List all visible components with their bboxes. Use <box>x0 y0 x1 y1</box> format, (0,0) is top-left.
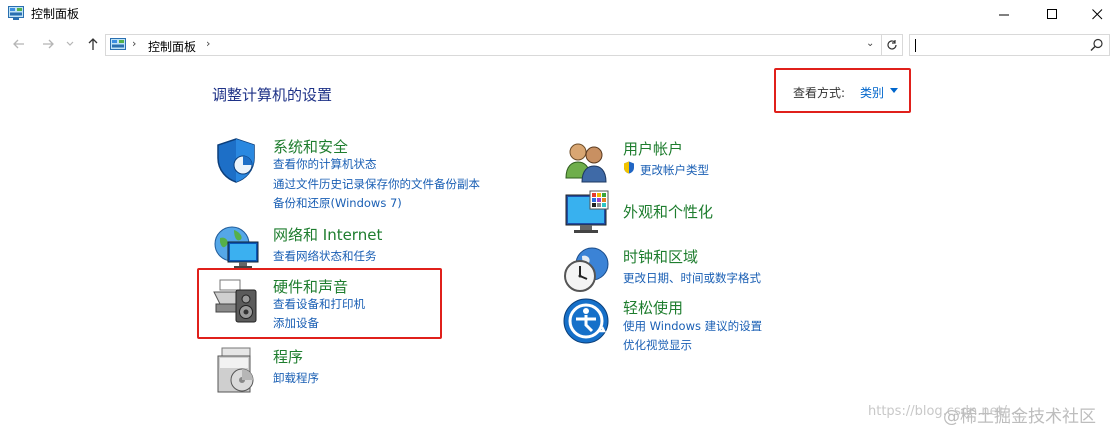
category-link[interactable]: 查看设备和打印机 <box>273 296 365 312</box>
close-icon <box>1091 8 1102 19</box>
clock-globe-icon[interactable] <box>562 246 610 294</box>
category-title[interactable]: 网络和 Internet <box>273 224 382 245</box>
category-title[interactable]: 轻松使用 <box>623 297 683 318</box>
close-button[interactable] <box>1074 0 1120 28</box>
refresh-button[interactable] <box>881 35 902 55</box>
uac-shield-icon <box>624 161 634 174</box>
category-hardware-sound: 硬件和声音 查看设备和打印机 添加设备 <box>212 276 532 332</box>
page-title: 调整计算机的设置 <box>212 86 333 104</box>
category-link[interactable]: 使用 Windows 建议的设置 <box>623 318 762 334</box>
address-bar[interactable]: › 控制面板 › ⌄ <box>105 34 903 56</box>
category-link[interactable]: 备份和还原(Windows 7) <box>273 195 402 211</box>
control-panel-icon <box>8 6 24 20</box>
category-appearance-personalization: 外观和个性化 <box>562 189 882 237</box>
forward-arrow-icon[interactable] <box>41 37 55 51</box>
category-link[interactable]: 通过文件历史记录保存你的文件备份副本 <box>273 176 480 192</box>
up-arrow-icon[interactable] <box>86 37 100 51</box>
category-link[interactable]: 更改帐户类型 <box>640 162 709 178</box>
category-link[interactable]: 查看网络状态和任务 <box>273 248 377 264</box>
maximize-button[interactable] <box>1029 0 1075 28</box>
category-link[interactable]: 添加设备 <box>273 315 319 331</box>
minimize-button[interactable] <box>981 0 1027 28</box>
view-by-dropdown[interactable]: 类别 <box>860 84 884 101</box>
printer-speaker-icon[interactable] <box>212 276 260 324</box>
window-title: 控制面板 <box>31 7 80 21</box>
view-by-label: 查看方式: <box>793 86 846 100</box>
category-system-security: 系统和安全 查看你的计算机状态 通过文件历史记录保存你的文件备份副本 备份和还原… <box>212 136 532 211</box>
category-title[interactable]: 系统和安全 <box>273 136 348 157</box>
search-input[interactable] <box>909 34 1110 56</box>
breadcrumb-separator-icon[interactable]: › <box>132 37 136 50</box>
back-arrow-icon[interactable] <box>12 37 26 51</box>
category-title[interactable]: 时钟和区域 <box>623 246 698 267</box>
address-dropdown-icon[interactable]: ⌄ <box>866 38 874 49</box>
category-title[interactable]: 硬件和声音 <box>273 276 348 297</box>
category-link[interactable]: 更改日期、时间或数字格式 <box>623 270 761 286</box>
title-bar: 控制面板 <box>0 0 1120 28</box>
breadcrumb[interactable]: 控制面板 <box>148 38 196 55</box>
refresh-icon <box>887 40 897 50</box>
category-link[interactable]: 优化视觉显示 <box>623 337 692 353</box>
ease-of-access-icon[interactable] <box>562 297 610 345</box>
chevron-down-icon[interactable] <box>890 88 898 93</box>
text-caret <box>915 39 916 52</box>
category-title[interactable]: 外观和个性化 <box>623 201 713 222</box>
category-network-internet: 网络和 Internet 查看网络状态和任务 <box>212 224 532 268</box>
category-link[interactable]: 查看你的计算机状态 <box>273 156 377 172</box>
users-icon[interactable] <box>562 138 610 186</box>
category-clock-region: 时钟和区域 更改日期、时间或数字格式 <box>562 246 882 292</box>
minimize-icon <box>998 14 1009 15</box>
category-title[interactable]: 程序 <box>273 346 303 367</box>
programs-disc-icon[interactable] <box>212 346 260 394</box>
watermark-brand: @稀土掘金技术社区 <box>943 407 1096 427</box>
control-panel-icon <box>110 38 126 50</box>
shield-icon[interactable] <box>212 136 260 184</box>
category-user-accounts: 用户帐户 更改帐户类型 <box>562 138 882 183</box>
category-ease-of-access: 轻松使用 使用 Windows 建议的设置 优化视觉显示 <box>562 297 882 353</box>
maximize-icon <box>1046 8 1057 19</box>
breadcrumb-separator-icon[interactable]: › <box>206 37 210 50</box>
monitor-palette-icon[interactable] <box>562 189 610 237</box>
navigation-bar: › 控制面板 › ⌄ <box>0 30 1120 60</box>
category-programs: 程序 卸载程序 <box>212 346 532 394</box>
search-icon[interactable] <box>1090 38 1104 52</box>
category-link[interactable]: 卸载程序 <box>273 370 319 386</box>
network-globe-icon[interactable] <box>212 224 260 272</box>
recent-locations-icon[interactable] <box>66 41 74 47</box>
category-title[interactable]: 用户帐户 <box>623 138 683 159</box>
